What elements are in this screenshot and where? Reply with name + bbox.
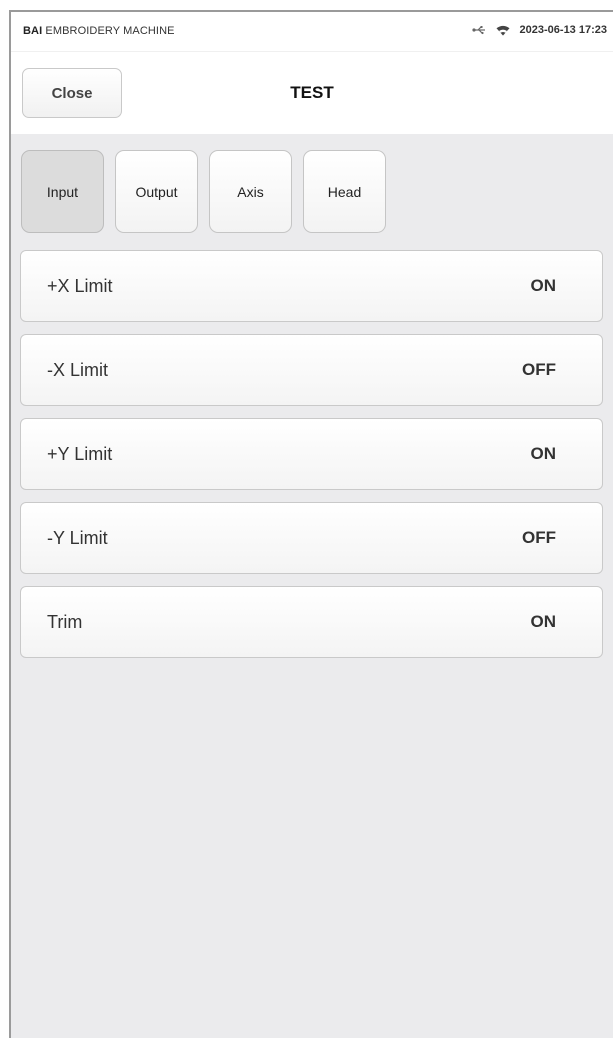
- tab-input[interactable]: Input: [21, 150, 104, 233]
- input-label: -X Limit: [47, 360, 109, 380]
- status-bar: BAI EMBROIDERY MACHINE 2023-06-13 17:23: [11, 12, 613, 52]
- input-label: +Y Limit: [47, 444, 113, 464]
- page-header: Close TEST: [11, 52, 613, 134]
- input-row-plus-x-limit[interactable]: +X Limit ON: [20, 250, 603, 322]
- status-indicators: 2023-06-13 17:23: [471, 24, 607, 36]
- app-window: BAI EMBROIDERY MACHINE 2023-06-13 17:23 …: [9, 10, 613, 1038]
- input-row-trim[interactable]: Trim ON: [20, 586, 603, 658]
- input-status-list: +X Limit ON -X Limit OFF +Y Limit ON -Y …: [20, 250, 603, 670]
- brand-name: EMBROIDERY MACHINE: [42, 25, 175, 37]
- input-label: +X Limit: [47, 276, 113, 296]
- status-datetime: 2023-06-13 17:23: [519, 24, 607, 36]
- input-label: Trim: [47, 612, 83, 632]
- input-state: OFF: [522, 360, 556, 379]
- wifi-icon: [496, 25, 510, 36]
- tab-head[interactable]: Head: [303, 150, 386, 233]
- app-brand: BAI EMBROIDERY MACHINE: [23, 25, 175, 37]
- input-label: -Y Limit: [47, 528, 108, 548]
- input-state: OFF: [522, 528, 556, 547]
- input-state: ON: [530, 276, 557, 295]
- tab-axis[interactable]: Axis: [209, 150, 292, 233]
- usb-icon: [471, 25, 486, 35]
- input-state: ON: [530, 444, 557, 463]
- input-row-minus-y-limit[interactable]: -Y Limit OFF: [20, 502, 603, 574]
- brand-bold: BAI: [23, 25, 43, 37]
- test-category-tabs: Input Output Axis Head: [21, 150, 386, 233]
- tab-output[interactable]: Output: [115, 150, 198, 233]
- input-row-plus-y-limit[interactable]: +Y Limit ON: [20, 418, 603, 490]
- input-state: ON: [530, 612, 557, 631]
- input-row-minus-x-limit[interactable]: -X Limit OFF: [20, 334, 603, 406]
- page-title: TEST: [290, 83, 334, 102]
